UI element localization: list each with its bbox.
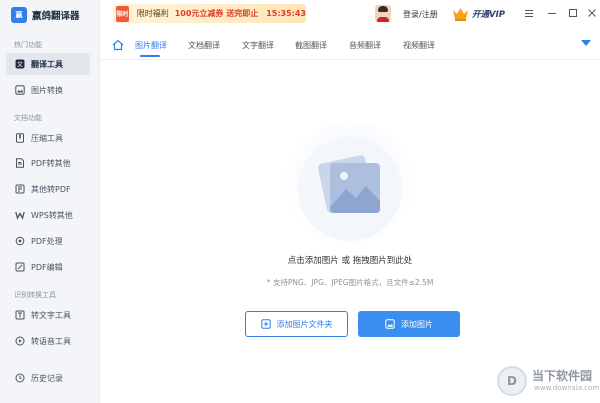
home-icon[interactable] — [112, 39, 124, 51]
add-image-icon — [385, 319, 395, 329]
sidebar: 嬴 嬴鸽翻译器 热门功能 文 翻译工具 图片转换 文档功能 压缩工具 PDF转其… — [0, 0, 100, 403]
app-title: 嬴鸽翻译器 — [32, 11, 80, 22]
sidebar-item-label: 翻译工具 — [31, 59, 63, 69]
sidebar-item-label: WPS转其他 — [31, 210, 73, 220]
promo-banner[interactable]: 限时 限时福利 100元立减券 送完即止 15:35:43 — [113, 4, 306, 23]
sidebar-item-image-convert[interactable]: 图片转换 — [6, 79, 90, 101]
tab-text-translate[interactable]: 文字翻译 — [242, 40, 274, 51]
minimize-icon[interactable] — [546, 7, 558, 19]
to-speech-icon — [15, 336, 25, 346]
promo-countdown: 15:35:43 — [266, 9, 306, 18]
vip-button[interactable]: 开通VIP — [452, 5, 505, 23]
section-title-doc: 文档功能 — [14, 114, 42, 122]
supported-formats-text: * 支持PNG、JPG、JPEG图片格式，且文件≤2.5M — [266, 278, 434, 287]
tab-image-translate[interactable]: 图片翻译 — [135, 40, 167, 51]
gift-icon: 限时 — [116, 5, 129, 22]
pdf-convert-icon — [15, 158, 25, 168]
tab-document-translate[interactable]: 文档翻译 — [188, 40, 220, 51]
sidebar-item-label: 压缩工具 — [31, 133, 63, 143]
add-image-folder-button[interactable]: 添加图片文件夹 — [245, 311, 348, 337]
sidebar-item-label: PDF编辑 — [31, 262, 63, 272]
promo-limited-text: 限时福利 — [136, 9, 169, 18]
add-folder-icon — [260, 319, 271, 329]
maximize-icon[interactable] — [567, 7, 579, 19]
wps-icon — [15, 210, 25, 220]
sidebar-item-pdf-edit[interactable]: PDF编辑 — [6, 256, 90, 278]
promo-offer-text: 100元立减券 送完即止 — [174, 9, 259, 18]
sidebar-item-label: PDF处理 — [31, 236, 63, 246]
sidebar-item-pdf-to-other[interactable]: PDF转其他 — [6, 152, 90, 174]
tab-audio-translate[interactable]: 音频翻译 — [349, 40, 381, 51]
sidebar-item-label: 其他转PDF — [31, 184, 71, 194]
sidebar-item-label: 转语音工具 — [31, 336, 71, 346]
watermark-url: www.downxia.com — [534, 384, 600, 392]
watermark: D 当下软件园 www.downxia.com — [492, 362, 600, 403]
watermark-logo: D — [497, 366, 527, 396]
add-folder-label: 添加图片文件夹 — [276, 319, 333, 329]
tab-screenshot-translate[interactable]: 截图翻译 — [295, 40, 327, 51]
section-title-ocr: 识别转换工具 — [14, 291, 56, 299]
sidebar-item-to-text[interactable]: 转文字工具 — [6, 304, 90, 326]
vip-label: 开通VIP — [472, 10, 505, 20]
to-pdf-icon — [15, 184, 25, 194]
tabs-dropdown-icon[interactable] — [581, 40, 591, 46]
sidebar-item-other-to-pdf[interactable]: 其他转PDF — [6, 178, 90, 200]
translate-icon: 文 — [15, 59, 25, 69]
sidebar-item-compress[interactable]: 压缩工具 — [6, 127, 90, 149]
history-icon — [15, 373, 25, 383]
compress-icon — [15, 133, 25, 143]
feature-tabs: 图片翻译 文档翻译 文字翻译 截图翻译 音频翻译 视频翻译 — [100, 30, 600, 60]
active-tab-indicator — [140, 55, 160, 57]
section-title-hot: 热门功能 — [14, 41, 42, 49]
sidebar-item-to-speech[interactable]: 转语音工具 — [6, 330, 90, 352]
sidebar-item-label: 图片转换 — [31, 85, 63, 95]
svg-text:文: 文 — [17, 61, 23, 69]
sidebar-item-label: PDF转其他 — [31, 158, 71, 168]
sidebar-item-history[interactable]: 历史记录 — [6, 367, 90, 389]
image-convert-icon — [15, 85, 25, 95]
sidebar-item-pdf-process[interactable]: PDF处理 — [6, 230, 90, 252]
menu-icon[interactable] — [523, 7, 535, 19]
to-text-icon — [15, 310, 25, 320]
add-image-label: 添加图片 — [401, 319, 433, 329]
sidebar-item-label: 历史记录 — [31, 373, 63, 383]
pdf-edit-icon — [15, 262, 25, 272]
sidebar-item-wps-to-other[interactable]: WPS转其他 — [6, 204, 90, 226]
watermark-title: 当下软件园 — [532, 369, 593, 383]
drop-hint-text: 点击添加图片 或 拖拽图片到此处 — [287, 256, 413, 266]
avatar[interactable] — [375, 5, 391, 22]
add-image-button[interactable]: 添加图片 — [358, 311, 460, 337]
drop-zone[interactable]: 点击添加图片 或 拖拽图片到此处 * 支持PNG、JPG、JPEG图片格式，且文… — [100, 61, 600, 403]
app-logo: 嬴 嬴鸽翻译器 — [11, 7, 80, 23]
sidebar-item-translate-tool[interactable]: 文 翻译工具 — [6, 53, 90, 75]
tab-video-translate[interactable]: 视频翻译 — [403, 40, 435, 51]
sidebar-item-label: 转文字工具 — [31, 310, 71, 320]
login-register-link[interactable]: 登录/注册 — [403, 9, 438, 20]
image-placeholder-illustration — [282, 121, 418, 257]
app-logo-icon: 嬴 — [11, 7, 27, 23]
pdf-process-icon — [15, 236, 25, 246]
close-icon[interactable] — [586, 7, 598, 19]
crown-icon — [453, 8, 468, 21]
title-bar: 限时 限时福利 100元立减券 送完即止 15:35:43 登录/注册 开通VI… — [100, 0, 600, 28]
